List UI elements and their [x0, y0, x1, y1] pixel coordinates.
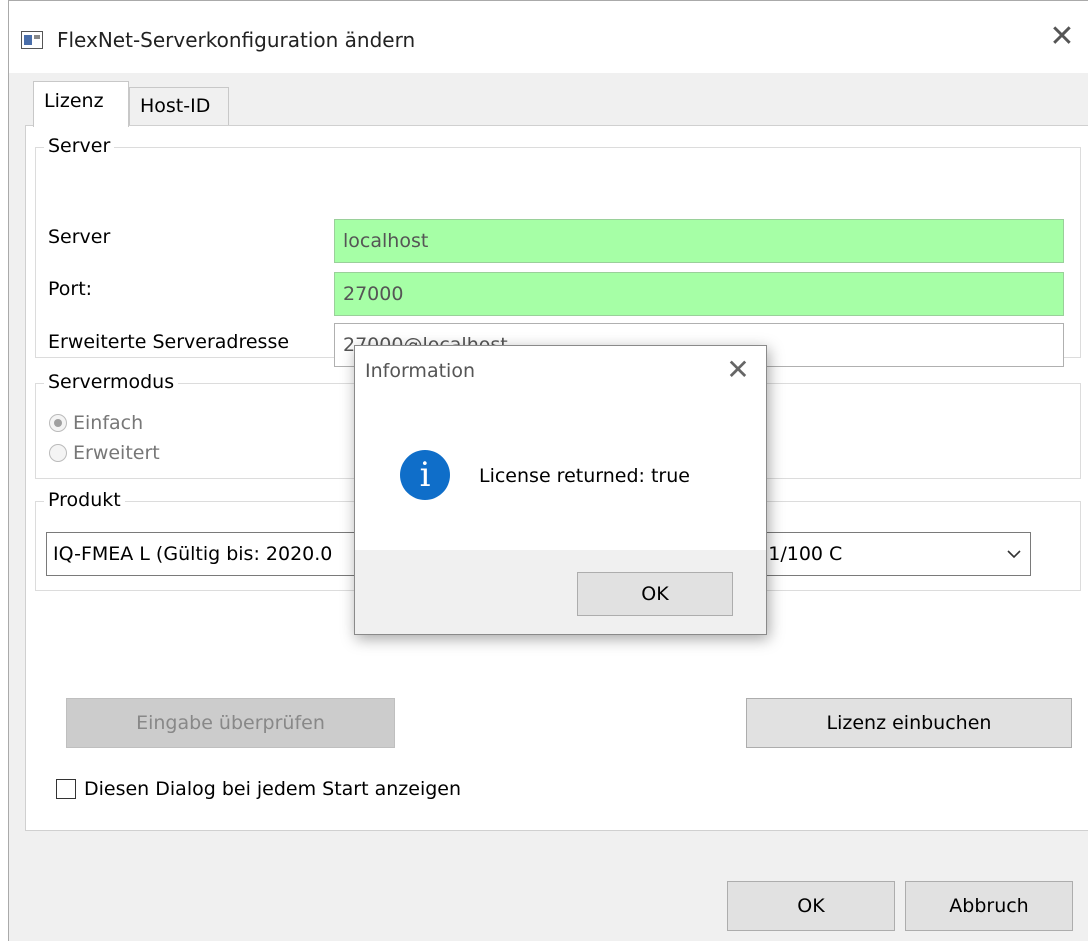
- app-icon: [21, 31, 43, 49]
- server-input[interactable]: localhost: [334, 219, 1064, 263]
- radio-erweitert-label: Erweitert: [73, 442, 160, 464]
- close-icon[interactable]: ✕: [718, 350, 758, 390]
- server-mode-legend: Servermodus: [44, 371, 179, 393]
- server-label: Server: [48, 226, 111, 248]
- information-dialog: Information ✕ i License returned: true O…: [354, 345, 767, 635]
- window-title: FlexNet-Serverkonfiguration ändern: [57, 28, 416, 52]
- title-bar: FlexNet-Serverkonfiguration ändern ✕: [9, 1, 1088, 73]
- checkin-license-button[interactable]: Lizenz einbuchen: [746, 698, 1072, 748]
- server-group-legend: Server: [44, 135, 115, 157]
- ok-button[interactable]: OK: [727, 881, 895, 931]
- extended-address-label: Erweiterte Serveradresse: [48, 331, 290, 353]
- show-dialog-checkbox[interactable]: [56, 779, 76, 799]
- information-ok-button[interactable]: OK: [577, 572, 733, 616]
- product-legend: Produkt: [44, 489, 125, 511]
- radio-einfach-label: Einfach: [73, 412, 144, 434]
- information-dialog-footer: OK: [355, 550, 766, 634]
- show-dialog-checkbox-label: Diesen Dialog bei jedem Start anzeigen: [84, 778, 462, 800]
- port-label: Port:: [48, 278, 93, 300]
- close-icon[interactable]: ✕: [1040, 15, 1084, 59]
- port-input[interactable]: 27000: [334, 272, 1064, 316]
- tab-host-id[interactable]: Host-ID: [129, 87, 229, 125]
- radio-unchecked-icon: [49, 444, 67, 462]
- information-dialog-title: Information: [365, 360, 475, 382]
- verify-input-button[interactable]: Eingabe überprüfen: [66, 698, 395, 748]
- tab-lizenz[interactable]: Lizenz: [33, 81, 129, 127]
- radio-einfach[interactable]: Einfach: [49, 412, 143, 434]
- info-icon: i: [400, 450, 450, 500]
- show-dialog-checkbox-row[interactable]: Diesen Dialog bei jedem Start anzeigen: [56, 778, 461, 800]
- chevron-down-icon: [1006, 533, 1022, 575]
- cancel-button[interactable]: Abbruch: [905, 881, 1073, 931]
- radio-checked-icon: [49, 414, 67, 432]
- information-message: License returned: true: [479, 465, 690, 487]
- server-group: Server Server localhost Port: 27000 Erwe…: [35, 135, 1081, 367]
- radio-erweitert[interactable]: Erweitert: [49, 442, 160, 464]
